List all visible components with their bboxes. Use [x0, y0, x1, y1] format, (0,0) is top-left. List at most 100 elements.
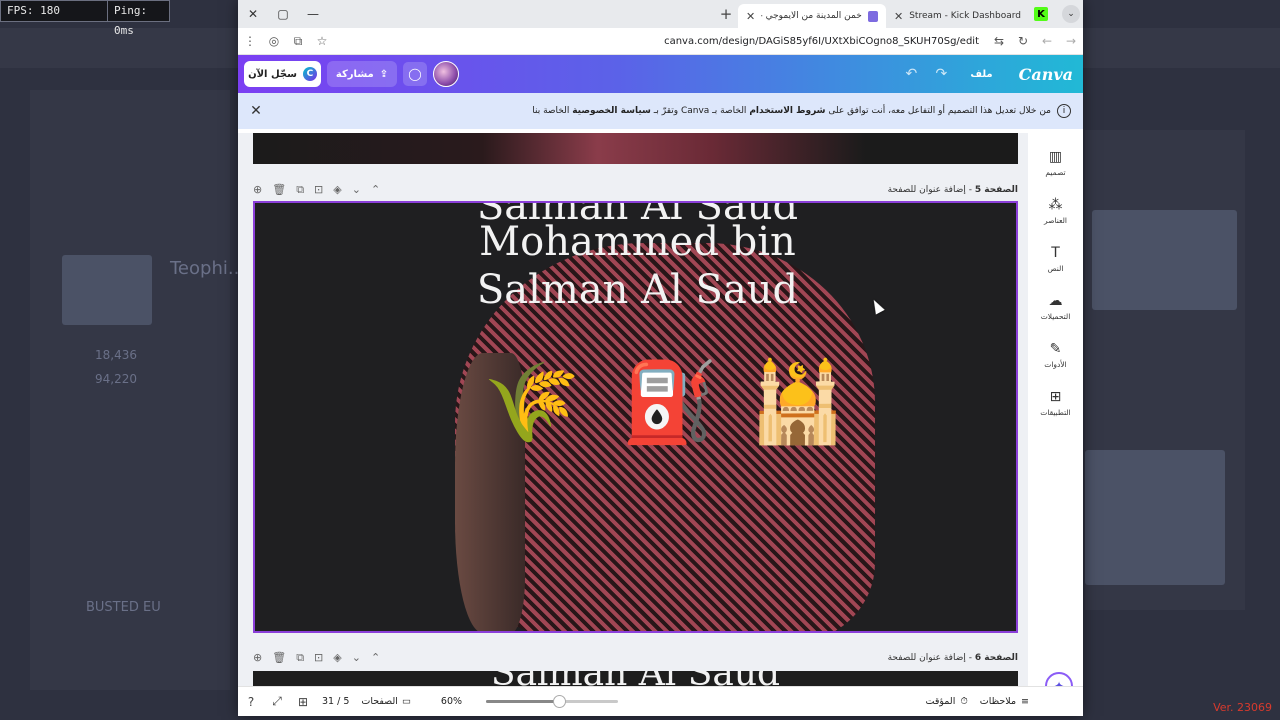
reload-icon[interactable]: ↻	[1011, 28, 1035, 55]
canva-logo[interactable]: Canva	[1019, 65, 1073, 84]
design-icon: ▥	[1048, 149, 1063, 165]
move-up-icon[interactable]: ⌃	[371, 183, 380, 197]
background-text: BUSTED EU	[86, 600, 161, 615]
move-up-icon[interactable]: ⌃	[371, 651, 380, 665]
side-panel: ▥ تصميم ⁂ العناصر T النص ☁ التحميلات ✎ الأدوا…	[1028, 133, 1083, 686]
page-5-canvas[interactable]: Salman Al Saud Mohammed bin Salman Al Sa…	[253, 201, 1018, 633]
canva-favicon-icon	[867, 10, 878, 22]
zoom-value[interactable]: 60%	[441, 696, 462, 707]
side-item-label: تصميم	[1045, 168, 1066, 177]
grid-view-icon[interactable]: ⊞	[290, 695, 316, 709]
tab-canva-design[interactable]: ✕ خمن المدينة من الايموجي - عرض	[738, 4, 886, 28]
page-title-placeholder: إضافة عنوان للصفحة	[887, 653, 966, 663]
side-item-label: الأدوات	[1044, 360, 1067, 369]
move-down-icon[interactable]: ⌄	[352, 651, 361, 665]
lock-page-icon[interactable]: ⊡	[314, 651, 323, 665]
tab-close-icon[interactable]: ✕	[746, 10, 755, 23]
side-item-elements[interactable]: ⁂ العناصر	[1028, 197, 1083, 225]
privacy-link[interactable]: سياسة الخصوصية	[572, 106, 651, 116]
duplicate-page-icon[interactable]: ⧉	[296, 651, 304, 665]
terms-notice: ✕ من خلال تعديل هذا التصميم أو التفاعل م…	[238, 93, 1083, 129]
window-maximize-button[interactable]: ▢	[268, 0, 298, 28]
pages-label: الصفحات	[361, 696, 398, 707]
zoom-slider-fill	[486, 700, 559, 703]
side-item-design[interactable]: ▥ تصميم	[1028, 149, 1083, 177]
side-item-apps[interactable]: ⊞ التطبيقات	[1028, 389, 1083, 417]
share-button[interactable]: مشاركة ⇪	[327, 61, 397, 87]
browser-addressbar: ⋮ ◎ ⧉ ☆ canva.com/design/DAGiS85yf6I/UXt…	[238, 28, 1083, 55]
url-field[interactable]: canva.com/design/DAGiS85yf6I/UXtXbiCOgno…	[334, 36, 987, 47]
kick-favicon-icon: K	[1034, 7, 1048, 21]
notes-button[interactable]: ملاحظات ≡	[980, 696, 1029, 707]
info-icon: i	[1057, 104, 1071, 118]
side-item-label: التحميلات	[1040, 312, 1071, 321]
file-menu[interactable]: ملف	[970, 69, 992, 80]
page-title-placeholder: إضافة عنوان للصفحة	[887, 185, 966, 195]
hide-page-icon[interactable]: ◈	[333, 183, 341, 197]
avatar[interactable]	[433, 61, 459, 87]
browser-titlebar: ✕ ▢ — + ✕ خمن المدينة من الايموجي - عرض …	[238, 0, 1083, 28]
extensions-icon[interactable]: ⧉	[286, 28, 310, 55]
add-page-icon[interactable]: ⊕	[253, 651, 262, 665]
comment-icon[interactable]: ◯	[403, 62, 427, 86]
move-down-icon[interactable]: ⌄	[352, 183, 361, 197]
window-close-button[interactable]: ✕	[238, 0, 268, 28]
delete-page-icon[interactable]: 🗑	[272, 183, 286, 197]
tab-search-chevron-icon[interactable]: ⌄	[1062, 5, 1080, 23]
page-number: الصفحة 6	[974, 653, 1018, 663]
notes-label: ملاحظات	[979, 696, 1017, 707]
add-page-icon[interactable]: ⊕	[253, 183, 262, 197]
back-icon[interactable]: ←	[1035, 28, 1059, 55]
signin-button[interactable]: سجّل الآن C	[244, 61, 321, 87]
zoom-slider-knob[interactable]	[552, 695, 566, 708]
help-icon[interactable]: ?	[238, 695, 264, 709]
page-4-preview[interactable]	[253, 133, 1018, 164]
tab-kick-dashboard[interactable]: ✕ Stream - Kick Dashboard	[886, 4, 1026, 28]
side-item-uploads[interactable]: ☁ التحميلات	[1028, 293, 1083, 321]
side-item-text[interactable]: T النص	[1028, 245, 1083, 273]
lock-page-icon[interactable]: ⊡	[314, 183, 323, 197]
headline-line[interactable]: Mohammed bin	[255, 221, 1016, 263]
page-number: الصفحة 5	[974, 185, 1018, 195]
notice-text: من خلال تعديل هذا التصميم أو التفاعل معه…	[274, 106, 1057, 116]
hide-page-icon[interactable]: ◈	[333, 651, 341, 665]
browser-menu-icon[interactable]: ⋮	[238, 28, 262, 55]
signin-label: سجّل الآن	[248, 68, 297, 80]
fullscreen-icon[interactable]: ⤢	[264, 694, 290, 709]
side-item-label: النص	[1047, 264, 1064, 273]
ping-counter: Ping: 0ms	[107, 0, 170, 37]
new-tab-button[interactable]: +	[714, 0, 738, 28]
pages-icon: ▭	[401, 696, 411, 707]
profile-icon[interactable]: ◎	[262, 28, 286, 55]
bottom-toolbar: ? ⤢ ⊞ 31 / 5 الصفحات ▭ 60% المؤقت ⏱ ملاحظا…	[238, 686, 1083, 716]
stopwatch-icon: ⏱	[960, 696, 968, 707]
page-5-title[interactable]: الصفحة 5 - إضافة عنوان للصفحة	[888, 185, 1018, 195]
apps-icon: ⊞	[1049, 389, 1062, 405]
forward-icon[interactable]: →	[1059, 28, 1083, 55]
pages-button[interactable]: الصفحات ▭	[361, 696, 411, 707]
background-thumbnail	[1092, 210, 1237, 310]
page-6-title[interactable]: الصفحة 6 - إضافة عنوان للصفحة	[888, 653, 1018, 663]
fps-counter: FPS: 180	[0, 0, 108, 22]
window-minimize-button[interactable]: —	[298, 0, 328, 28]
timer-button[interactable]: المؤقت ⏱	[926, 696, 968, 707]
redo-icon[interactable]: ↷	[926, 66, 956, 82]
side-item-label: التطبيقات	[1040, 408, 1071, 417]
page-5-toolbar: ⊕ 🗑 ⧉ ⊡ ◈ ⌄ ⌃ الصفحة 5 - إضافة عنوان للص…	[253, 180, 1018, 200]
duplicate-page-icon[interactable]: ⧉	[296, 183, 304, 197]
undo-icon[interactable]: ↶	[896, 66, 926, 82]
mosque-emoji[interactable]: 🕌	[749, 358, 846, 448]
bookmark-star-icon[interactable]: ☆	[310, 28, 334, 55]
notice-text-part: من خلال تعديل هذا التصميم أو التفاعل معه…	[825, 106, 1051, 116]
notice-close-icon[interactable]: ✕	[238, 103, 274, 119]
site-settings-icon[interactable]: ⇆	[987, 28, 1011, 55]
fuel-pump-emoji[interactable]: ⛽	[621, 358, 718, 448]
headline-line[interactable]: Salman Al Saud	[255, 269, 1016, 311]
zoom-slider[interactable]	[486, 695, 619, 708]
delete-page-icon[interactable]: 🗑	[272, 651, 286, 665]
terms-link[interactable]: شروط الاستخدام	[749, 106, 825, 116]
tab-close-icon[interactable]: ✕	[894, 10, 903, 23]
cloud-upload-icon: ☁	[1048, 293, 1063, 309]
side-item-tools[interactable]: ✎ الأدوات	[1028, 341, 1083, 369]
wheat-emoji[interactable]: 🌾	[483, 358, 580, 448]
